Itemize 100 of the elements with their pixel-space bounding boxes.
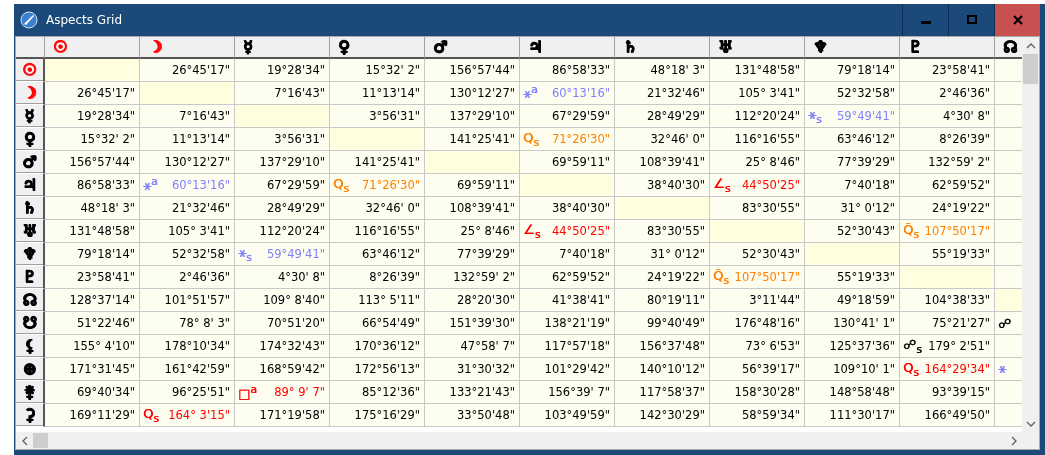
grid-cell: 38°40'30" bbox=[520, 197, 615, 220]
grid-cell: 28°49'29" bbox=[615, 105, 710, 128]
row-glyph[interactable]: ♄ bbox=[22, 200, 37, 216]
grid-cell: 148°58'48" bbox=[805, 381, 900, 404]
row-glyph[interactable]: ♅ bbox=[22, 223, 37, 239]
aspect-symbol: ☍$_{s}$ bbox=[903, 336, 922, 356]
grid-cell: 55°19'33" bbox=[900, 243, 995, 266]
grid-cell: 112°20'24" bbox=[235, 220, 330, 243]
grid-cell: 86°58'33" bbox=[45, 174, 140, 197]
grid-cell: 170°36'12" bbox=[330, 335, 425, 358]
row-glyph[interactable]: ☋ bbox=[22, 315, 37, 331]
grid-cell: 130°41' 1" bbox=[805, 312, 900, 335]
grid-cell: 15°32' 2" bbox=[45, 128, 140, 151]
aspect-value: 44°50'25" bbox=[741, 178, 800, 192]
row-glyph[interactable]: ♃ bbox=[22, 177, 37, 193]
grid-cell: 79°18'14" bbox=[805, 59, 900, 82]
scroll-thumb[interactable] bbox=[1023, 54, 1038, 84]
grid-cell: 11°13'14" bbox=[140, 128, 235, 151]
grid-cell: 7°16'43" bbox=[235, 82, 330, 105]
column-glyph[interactable]: ☽ bbox=[148, 39, 163, 55]
aspect-value: 71°26'30" bbox=[551, 132, 610, 146]
row-glyph[interactable]: ♂ bbox=[22, 154, 37, 170]
grid-cell: 73° 6'53" bbox=[710, 335, 805, 358]
vertical-scrollbar[interactable] bbox=[1022, 37, 1039, 432]
grid-cell: 99°40'49" bbox=[615, 312, 710, 335]
grid-cell: 11°13'14" bbox=[330, 82, 425, 105]
aspect-value: 60°13'16" bbox=[171, 178, 230, 192]
grid-cell: 19°28'34" bbox=[235, 59, 330, 82]
grid-cell: 62°59'52" bbox=[520, 266, 615, 289]
column-glyph[interactable]: ♅ bbox=[718, 39, 733, 55]
grid-cell: 117°58'37" bbox=[615, 381, 710, 404]
grid-cell: 23°58'41" bbox=[900, 59, 995, 82]
row-glyph[interactable]: ♆ bbox=[22, 246, 37, 262]
grid-cell: 52°30'43" bbox=[710, 243, 805, 266]
grid-cell: 128°37'14" bbox=[45, 289, 140, 312]
row-glyph[interactable]: ☽ bbox=[22, 85, 37, 101]
column-glyph[interactable]: ♄ bbox=[623, 39, 638, 55]
grid-cell: 116°16'55" bbox=[710, 128, 805, 151]
grid-cell: 166°49'50" bbox=[900, 404, 995, 427]
column-glyph[interactable]: ☉ bbox=[53, 39, 68, 55]
column-glyph[interactable]: ♀ bbox=[338, 39, 350, 55]
grid-cell: 7°40'18" bbox=[520, 243, 615, 266]
grid-cell: 108°39'41" bbox=[615, 151, 710, 174]
grid-cell: 161°42'59" bbox=[140, 358, 235, 381]
row-glyph[interactable]: ⚵ bbox=[23, 384, 36, 400]
row-glyph[interactable]: ☉ bbox=[22, 62, 37, 78]
row-glyph[interactable]: ♀ bbox=[23, 131, 36, 147]
aspect-symbol: Q$_{s}$ bbox=[143, 405, 159, 425]
grid-cell: 26°45'17" bbox=[45, 82, 140, 105]
grid-cell: 130°12'27" bbox=[425, 82, 520, 105]
column-glyph[interactable]: ♂ bbox=[433, 39, 448, 55]
grid-cell: 15°32' 2" bbox=[330, 59, 425, 82]
grid-cell: 125°37'36" bbox=[805, 335, 900, 358]
grid-cell: 62°59'52" bbox=[900, 174, 995, 197]
grid-cell: 4°30' 8" bbox=[900, 105, 995, 128]
aspect-value: 164°29'34" bbox=[924, 362, 990, 376]
scroll-thumb[interactable] bbox=[33, 433, 48, 448]
column-glyph[interactable]: ♃ bbox=[528, 39, 543, 55]
grid-cell: 151°39'30" bbox=[425, 312, 520, 335]
column-glyph[interactable]: ♇ bbox=[908, 39, 923, 55]
grid-cell: 171°31'45" bbox=[45, 358, 140, 381]
grid-cell: 80°19'11" bbox=[615, 289, 710, 312]
grid-cell: 105° 3'41" bbox=[140, 220, 235, 243]
aspect-symbol: Q$_{s}$ bbox=[523, 129, 539, 149]
aspect-value: 60°13'16" bbox=[551, 86, 610, 100]
grid-cell: 158°30'28" bbox=[710, 381, 805, 404]
grid-cell: 52°32'58" bbox=[805, 82, 900, 105]
row-glyph[interactable]: ⊕ bbox=[22, 361, 37, 377]
column-glyph[interactable]: ☊ bbox=[1003, 39, 1018, 55]
grid-cell: 56°39'17" bbox=[710, 358, 805, 381]
horizontal-scrollbar[interactable] bbox=[16, 432, 1022, 449]
row-glyph[interactable]: ♇ bbox=[22, 269, 37, 285]
grid-cell: 111°30'17" bbox=[805, 404, 900, 427]
row-glyph[interactable]: ⚸ bbox=[23, 338, 36, 354]
grid-cell: 7°16'43" bbox=[140, 105, 235, 128]
grid-cell: 175°16'29" bbox=[330, 404, 425, 427]
grid-cell: 131°48'58" bbox=[710, 59, 805, 82]
grid-cell: 58°59'34" bbox=[710, 404, 805, 427]
grid-cell: 55°19'33" bbox=[805, 266, 900, 289]
grid-cell: 78° 8' 3" bbox=[140, 312, 235, 335]
row-glyph[interactable]: ☊ bbox=[22, 292, 37, 308]
grid-cell: 41°38'41" bbox=[520, 289, 615, 312]
row-glyph[interactable]: ⚳ bbox=[23, 407, 36, 423]
column-glyph[interactable]: ☿ bbox=[243, 39, 253, 55]
aspect-value: 164° 3'15" bbox=[168, 408, 230, 422]
aspect-value: 44°50'25" bbox=[551, 224, 610, 238]
grid-cell: 141°25'41" bbox=[425, 128, 520, 151]
grid-cell: 69°40'34" bbox=[45, 381, 140, 404]
aspect-value: 59°49'41" bbox=[266, 247, 325, 261]
grid-cell: 174°32'43" bbox=[235, 335, 330, 358]
close-button[interactable] bbox=[994, 4, 1040, 36]
column-glyph[interactable]: ♆ bbox=[813, 39, 828, 55]
grid-cell: 24°19'22" bbox=[615, 266, 710, 289]
row-glyph[interactable]: ☿ bbox=[24, 108, 35, 124]
grid-cell: 116°16'55" bbox=[330, 220, 425, 243]
aspect-symbol: ∠$_{s}$ bbox=[523, 221, 541, 241]
grid-cell: 33°50'48" bbox=[425, 404, 520, 427]
grid-cell: 69°59'11" bbox=[425, 174, 520, 197]
grid-cell: 32°46' 0" bbox=[330, 197, 425, 220]
grid-cell: 156°57'44" bbox=[425, 59, 520, 82]
